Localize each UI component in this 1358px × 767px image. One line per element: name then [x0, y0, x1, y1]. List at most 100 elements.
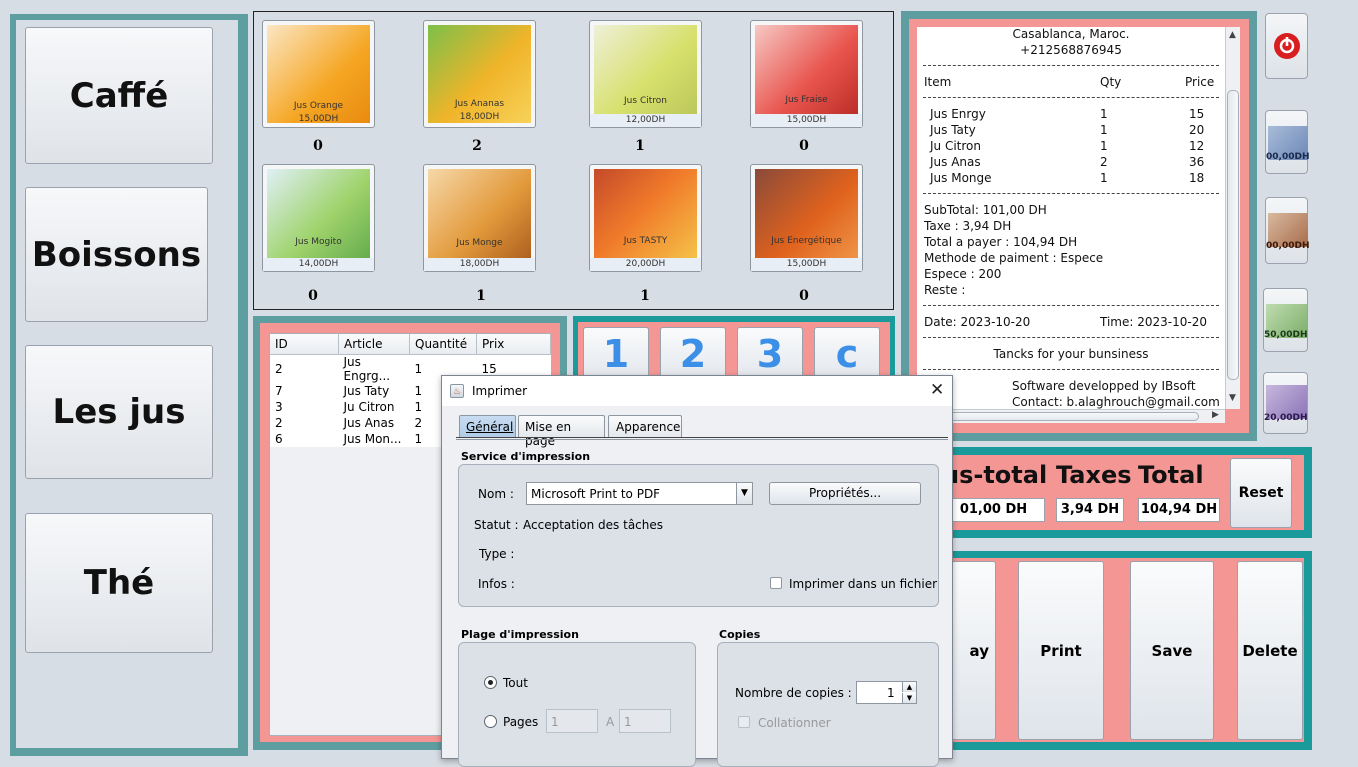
bill-50-button[interactable]: 50,00DH: [1263, 288, 1308, 352]
jus-tasty-image: [594, 169, 697, 267]
receipt-time: Time: 2023-10-20: [1100, 315, 1207, 329]
product-name: Jus Energétique: [771, 236, 842, 246]
reset-button[interactable]: Reset: [1230, 458, 1292, 528]
receipt-vertical-scrollbar[interactable]: ▲ ▼: [1225, 27, 1240, 409]
column-header-article[interactable]: Article: [338, 334, 410, 355]
receipt-item-qty: 1: [1100, 139, 1108, 153]
scroll-down-arrow-icon[interactable]: ▼: [1229, 393, 1236, 403]
bill-100-button[interactable]: 00,00DH: [1265, 197, 1309, 264]
page-to-input[interactable]: 1: [619, 709, 671, 733]
product-name: Jus Citron: [624, 96, 667, 106]
bill-label: 50,00DH: [1264, 330, 1308, 340]
delete-button[interactable]: Delete: [1237, 561, 1303, 740]
collationner-checkbox[interactable]: [738, 716, 750, 728]
save-button[interactable]: Save: [1130, 561, 1214, 740]
receipt-item-name: Jus Monge: [930, 171, 992, 185]
product-card-jus-monge[interactable]: Jus Monge 18,00DH: [423, 164, 536, 272]
dialog-titlebar: ♨ Imprimer ✕: [442, 376, 952, 406]
receipt-taxe: Taxe : 3,94 DH: [924, 219, 1012, 233]
total-value-field[interactable]: 104,94 DH: [1138, 498, 1220, 522]
tout-radio[interactable]: [484, 676, 497, 689]
receipt-horizontal-scrollbar[interactable]: ▶: [917, 409, 1225, 423]
scrollbar-thumb[interactable]: [919, 412, 1199, 421]
tab-divider: [456, 437, 948, 440]
chevron-down-icon[interactable]: ▼: [736, 483, 752, 504]
product-card-jus-tasty[interactable]: Jus TASTY 20,00DH: [589, 164, 702, 272]
print-to-file-checkbox[interactable]: [770, 577, 782, 589]
spinner-down-icon[interactable]: ▼: [902, 693, 916, 703]
product-count-jus-tasty: 1: [640, 288, 650, 304]
receipt-reste: Reste :: [924, 283, 966, 297]
print-button[interactable]: Print: [1018, 561, 1104, 740]
receipt-item-price: 18: [1189, 171, 1205, 185]
dialog-title: Imprimer: [472, 384, 528, 398]
receipt-textarea[interactable]: Casablanca, Maroc. +212568876945 Item Qt…: [917, 27, 1225, 409]
receipt-col-qty: Qty: [1100, 75, 1122, 89]
copies-section-title: Copies: [719, 628, 761, 641]
product-count-jus-citron: 1: [635, 138, 645, 154]
divider: [923, 193, 1219, 194]
bill-200-button[interactable]: 00,00DH: [1265, 110, 1309, 174]
scroll-up-arrow-icon[interactable]: ▲: [1229, 30, 1236, 40]
power-button[interactable]: [1265, 13, 1308, 79]
jus-citron-image: [594, 25, 697, 123]
tab-general[interactable]: Général: [459, 415, 516, 437]
pages-label: Pages: [503, 715, 539, 729]
divider: [923, 305, 1219, 306]
product-card-jus-mogito[interactable]: Jus Mogito 14,00DH: [262, 164, 375, 272]
jus-monge-image: [428, 169, 531, 267]
product-name: Jus Ananas: [454, 99, 505, 109]
tab-apparence[interactable]: Apparence: [608, 415, 682, 437]
plage-group: Tout Pages 1 A 1: [458, 642, 696, 767]
java-app-icon: ♨: [450, 384, 464, 398]
scrollbar-thumb[interactable]: [1227, 90, 1239, 380]
infos-label: Infos :: [478, 577, 515, 591]
product-card-jus-energetique[interactable]: Jus Energétique 15,00DH: [750, 164, 863, 272]
receipt-item-price: 12: [1189, 139, 1205, 153]
tab-label: Apparence: [616, 420, 681, 434]
product-count-jus-ananas: 2: [472, 138, 482, 154]
close-icon[interactable]: ✕: [930, 380, 944, 400]
table-cell: 3: [270, 399, 339, 415]
product-card-jus-ananas[interactable]: Jus Ananas 18,00DH: [423, 20, 536, 128]
page-from-input[interactable]: 1: [546, 709, 598, 733]
pages-radio[interactable]: [484, 715, 497, 728]
table-cell: Jus Engrg...: [338, 354, 410, 383]
tab-label: Général: [466, 420, 514, 434]
receipt-thanks: Tancks for your bunsiness: [993, 347, 1149, 361]
product-price: 18,00DH: [459, 112, 500, 122]
scroll-right-arrow-icon[interactable]: ▶: [1212, 410, 1219, 420]
product-card-jus-citron[interactable]: Jus Citron 12,00DH: [589, 20, 702, 128]
spinner-up-icon[interactable]: ▲: [902, 682, 916, 692]
printer-select[interactable]: Microsoft Print to PDF ▼: [526, 482, 753, 505]
product-count-jus-monge: 1: [476, 288, 486, 304]
tab-mise-en-page[interactable]: Mise en page: [518, 415, 605, 448]
product-card-jus-fraise[interactable]: Jus Fraise 15,00DH: [750, 20, 863, 128]
table-cell: 7: [270, 383, 339, 399]
subtotal-value-field[interactable]: 01,00 DH: [942, 498, 1045, 522]
column-header-quantite[interactable]: Quantité: [409, 334, 477, 355]
category-the-button[interactable]: Thé: [25, 513, 213, 653]
column-header-id[interactable]: ID: [270, 334, 339, 355]
receipt-total: Total a payer : 104,94 DH: [924, 235, 1078, 249]
table-cell: 2: [270, 415, 339, 431]
page-to-value: 1: [624, 715, 632, 729]
service-group: Nom : Microsoft Print to PDF ▼ Propriété…: [458, 464, 939, 607]
category-boissons-button[interactable]: Boissons: [25, 187, 208, 322]
proprietes-button[interactable]: Propriétés...: [769, 482, 921, 505]
receipt-item-qty: 2: [1100, 155, 1108, 169]
receipt-item-price: 36: [1189, 155, 1205, 169]
bill-20-button[interactable]: 20,00DH: [1263, 372, 1308, 434]
copies-spinner[interactable]: 1 ▲ ▼: [856, 681, 917, 704]
category-caffe-button[interactable]: Caffé: [25, 27, 213, 164]
divider: [923, 65, 1219, 66]
receipt-date: Date: 2023-10-20: [924, 315, 1031, 329]
product-price: 15,00DH: [751, 258, 862, 271]
taxes-value-field[interactable]: 3,94 DH: [1056, 498, 1124, 522]
column-header-prix[interactable]: Prix: [476, 334, 551, 355]
category-les-jus-button[interactable]: Les jus: [25, 345, 213, 479]
product-card-jus-orange[interactable]: Jus Orange 15,00DH: [262, 20, 375, 128]
product-count-jus-energetique: 0: [799, 288, 809, 304]
total-label: Total: [1138, 461, 1204, 489]
page-range-separator: A: [606, 715, 615, 729]
